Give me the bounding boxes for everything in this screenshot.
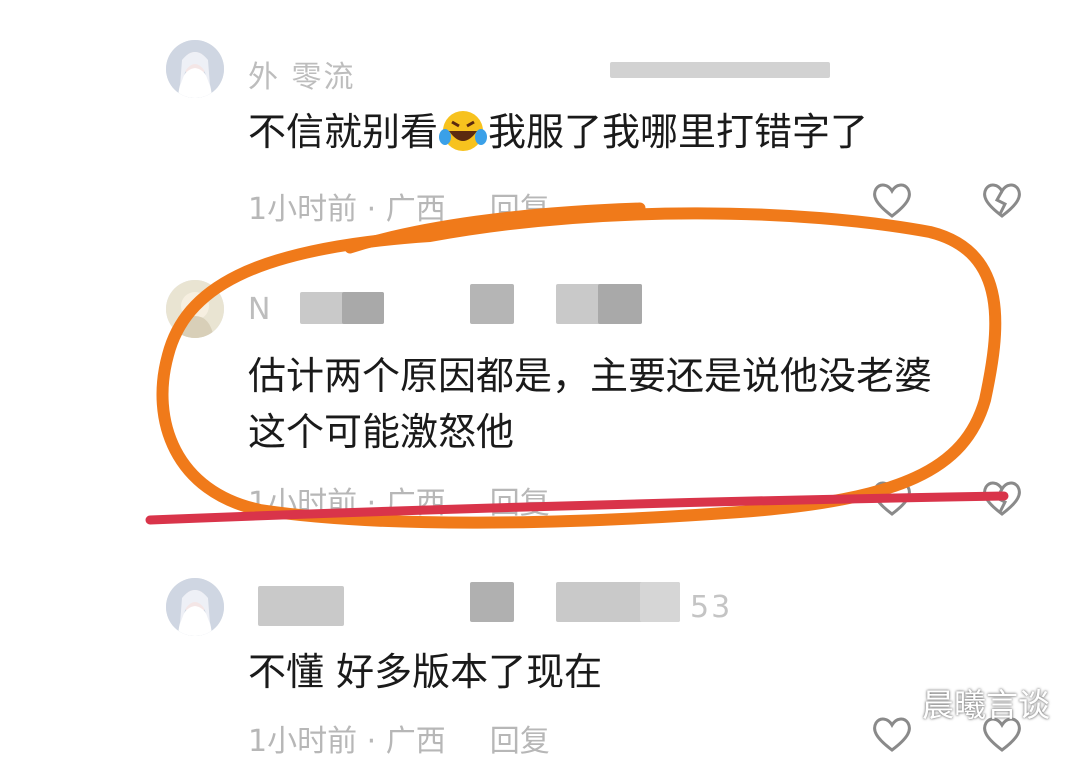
username[interactable]: N — [248, 292, 272, 327]
reply-button[interactable]: 回复 — [490, 486, 550, 521]
dislike-broken-heart-icon[interactable] — [980, 180, 1024, 220]
comment-meta: 1小时前 · 广西 回复 — [248, 724, 550, 759]
dislike-broken-heart-icon[interactable] — [980, 478, 1024, 518]
timestamp: 1小时前 — [248, 724, 358, 759]
avatar[interactable] — [166, 280, 224, 338]
timestamp: 1小时前 — [248, 486, 358, 521]
avatar[interactable] — [166, 578, 224, 636]
like-heart-icon[interactable] — [870, 714, 914, 754]
blurred-username — [342, 292, 384, 324]
reply-button[interactable]: 回复 — [490, 724, 550, 759]
comment-text: 不懂 好多版本了现在 — [248, 650, 603, 694]
location: 广西 — [385, 192, 446, 227]
blurred-username — [470, 582, 514, 622]
comment-meta: 1小时前 · 广西 回复 — [248, 192, 550, 227]
blurred-username — [470, 284, 514, 324]
watermark: 晨曦言谈 — [922, 686, 1051, 724]
username[interactable]: 53 — [690, 590, 732, 625]
rofl-emoji — [438, 107, 488, 168]
username[interactable]: 外 零流 — [248, 52, 356, 96]
blurred-username — [610, 62, 830, 78]
blurred-username — [258, 586, 344, 626]
comment-meta: 1小时前 · 广西 回复 — [248, 486, 550, 521]
timestamp: 1小时前 — [248, 192, 358, 227]
avatar[interactable] — [166, 40, 224, 98]
comment-text: 不信就别看 我服了我哪里打错字了 — [248, 104, 868, 168]
location: 广西 — [385, 724, 446, 759]
blurred-username — [640, 582, 680, 622]
comment-text: 估计两个原因都是，主要还是说他没老婆 这个可能激怒他 — [248, 354, 933, 454]
like-heart-icon[interactable] — [870, 478, 914, 518]
reply-button[interactable]: 回复 — [490, 192, 550, 227]
like-heart-icon[interactable] — [870, 180, 914, 220]
location: 广西 — [385, 486, 446, 521]
blurred-username — [598, 284, 642, 324]
